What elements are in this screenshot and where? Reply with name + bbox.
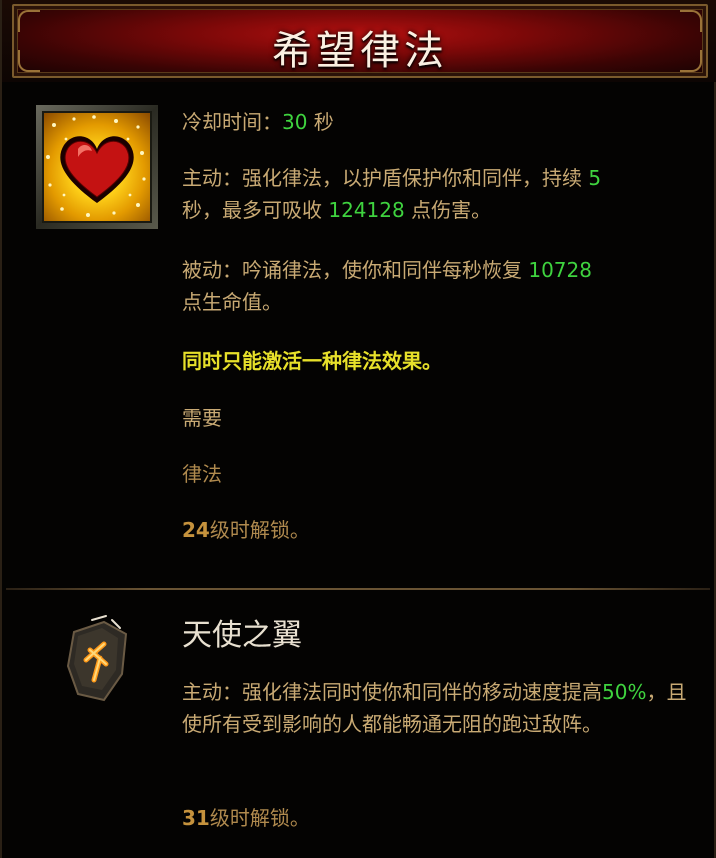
heart-shield-icon (42, 111, 152, 223)
unlock-level-text: 24级时解锁。 (182, 514, 692, 546)
active-prefix: 主动：强化律法，以护盾保护你和同伴，持续 (182, 166, 582, 190)
active-duration: 5 (582, 166, 602, 190)
cooldown-label: 冷却时间： (182, 110, 282, 134)
active-absorb-value: 124128 (322, 198, 405, 222)
passive-effect-text: 被动：吟诵律法，使你和同伴每秒恢复 10728 点生命值。 (182, 254, 692, 318)
passive-prefix: 被动：吟诵律法，使你和同伴每秒恢复 (182, 258, 522, 282)
rune-unlock-suffix: 级时解锁。 (209, 806, 310, 830)
cooldown-row: 冷却时间：30 秒 (182, 106, 692, 138)
rune-stone-icon (60, 614, 136, 706)
rune-unlock-level-text: 31级时解锁。 (182, 802, 692, 834)
requires-value: 律法 (182, 462, 222, 486)
rune-speed-value: 50% (602, 680, 647, 704)
cooldown-unit: 秒 (307, 110, 334, 134)
skill-title: 希望律法 (272, 28, 448, 74)
cooldown-value: 30 (282, 110, 308, 134)
skill-icon-frame (36, 105, 158, 229)
unlock-suffix: 级时解锁。 (209, 518, 310, 542)
unlock-level: 24 (182, 518, 210, 542)
passive-regen-value: 10728 (522, 258, 592, 282)
rune-title: 天使之翼 (182, 618, 302, 653)
requires-label: 需要 (182, 406, 222, 430)
rune-description: 主动：强化律法同时使你和同伴的移动速度提高50%，且使所有受到影响的人都能畅通无… (182, 676, 694, 740)
section-divider (6, 588, 710, 590)
passive-suffix: 点生命值。 (182, 290, 282, 314)
skill-tooltip: 希望律法 冷却时间：30 秒 主动：强化律法，以护盾保护你和同伴，持续 5 秒，… (0, 0, 716, 858)
active-suffix: 点伤害。 (404, 198, 492, 222)
tooltip-header: 希望律法 (2, 0, 716, 82)
header-banner: 希望律法 (12, 4, 708, 78)
exclusive-note: 同时只能激活一种律法效果。 (182, 349, 442, 373)
rune-desc-prefix: 主动：强化律法同时使你和同伴的移动速度提高 (182, 680, 602, 704)
rune-unlock-level: 31 (182, 806, 210, 830)
active-effect-text: 主动：强化律法，以护盾保护你和同伴，持续 5 秒，最多可吸收 124128 点伤… (182, 162, 692, 226)
active-mid: 秒，最多可吸收 (182, 198, 322, 222)
